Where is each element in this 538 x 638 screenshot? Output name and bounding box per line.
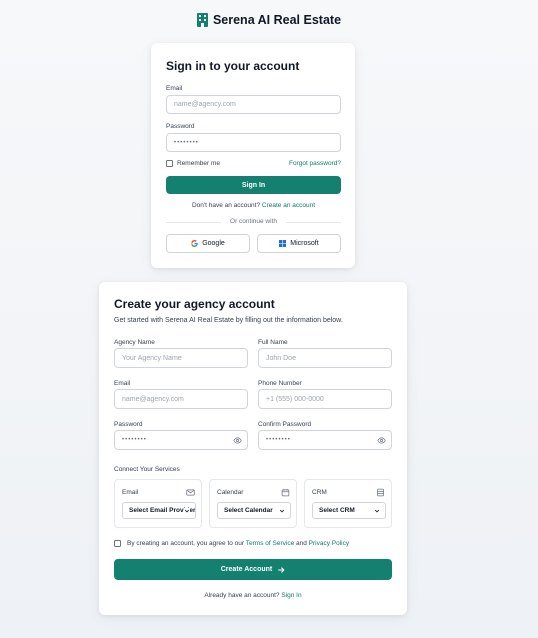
forgot-password-link[interactable]: Forgot password?	[289, 160, 341, 167]
email-provider-select[interactable]: Select Email Provider	[122, 502, 196, 519]
google-icon	[191, 240, 198, 247]
password-label: Password	[166, 123, 195, 130]
services-label: Connect Your Services	[114, 466, 180, 473]
confirm-password-input[interactable]: ••••••••	[258, 430, 392, 450]
create-password-value: ••••••••	[122, 437, 147, 443]
agency-name-label: Agency Name	[114, 339, 155, 346]
brand-title: Serena AI Real Estate	[212, 13, 342, 27]
service-card-crm: CRM Select CRM	[304, 479, 392, 528]
signin-email-input[interactable]: name@agency.com	[166, 95, 341, 114]
remember-label: Remember me	[177, 160, 220, 167]
signin-card: Sign in to your account Email name@agenc…	[151, 43, 355, 268]
phone-label: Phone Number	[258, 380, 302, 387]
service-card-email: Email Select Email Provider	[114, 479, 202, 528]
terms-and: and	[296, 540, 307, 547]
building-icon	[196, 13, 208, 27]
service-name-calendar: Calendar	[217, 489, 244, 496]
terms-prefix: By creating an account, you agree to our	[127, 540, 245, 547]
remember-checkbox[interactable]	[166, 160, 173, 167]
email-placeholder: name@agency.com	[174, 101, 236, 108]
service-name-crm: CRM	[312, 489, 327, 496]
calendar-icon	[281, 489, 290, 497]
agency-name-input[interactable]: Your Agency Name	[114, 348, 248, 368]
signin-button-label: Sign In	[241, 181, 266, 189]
signin-title: Sign in to your account	[166, 59, 300, 73]
no-account-text: Don't have an account?	[191, 202, 261, 209]
terms-text: By creating an account, you agree to our…	[127, 540, 349, 547]
signin-link[interactable]: Sign In	[281, 592, 301, 599]
envelope-icon	[186, 489, 195, 496]
terms-of-service-link[interactable]: Terms of Service	[246, 540, 294, 547]
arrow-right-icon	[278, 566, 285, 573]
microsoft-button[interactable]: Microsoft	[257, 234, 341, 253]
privacy-policy-link[interactable]: Privacy Policy	[309, 540, 349, 547]
service-card-calendar: Calendar Select Calendar	[209, 479, 297, 528]
microsoft-label: Microsoft	[290, 240, 319, 247]
microsoft-icon	[279, 240, 287, 247]
chevron-down-icon	[184, 508, 190, 514]
phone-input[interactable]: +1 (555) 000-0000	[258, 389, 392, 409]
create-password-input[interactable]: ••••••••	[114, 430, 248, 450]
signin-row: Already have an account? Sign In	[99, 592, 407, 599]
show-confirm-password-eye-icon[interactable]	[377, 436, 386, 445]
create-account-button-label: Create Account	[220, 566, 273, 573]
full-name-placeholder: John Doe	[266, 354, 296, 362]
chevron-down-icon	[279, 508, 285, 514]
crm-select[interactable]: Select CRM	[312, 502, 386, 519]
confirm-password-value: ••••••••	[266, 437, 291, 443]
create-email-label: Email	[114, 380, 131, 387]
terms-checkbox[interactable]	[114, 540, 121, 547]
service-name-email: Email	[122, 489, 139, 496]
database-icon	[377, 488, 384, 497]
create-email-placeholder: name@agency.com	[122, 395, 184, 403]
create-account-link[interactable]: Create an account	[262, 202, 315, 209]
create-title: Create your agency account	[114, 297, 275, 311]
create-subtitle: Get started with Serena AI Real Estate b…	[114, 317, 343, 324]
signin-password-input[interactable]: ••••••••	[166, 133, 341, 152]
create-account-card: Create your agency account Get started w…	[99, 282, 407, 615]
have-account-text: Already have an account?	[204, 592, 280, 599]
confirm-password-label: Confirm Password	[258, 421, 312, 428]
chevron-down-icon	[374, 508, 380, 514]
create-password-label: Password	[114, 421, 143, 428]
brand-header: Serena AI Real Estate	[0, 13, 538, 27]
google-button[interactable]: Google	[166, 234, 250, 253]
calendar-select[interactable]: Select Calendar	[217, 502, 291, 519]
create-email-input[interactable]: name@agency.com	[114, 389, 248, 409]
calendar-value: Select Calendar	[224, 507, 273, 514]
full-name-label: Full Name	[258, 339, 288, 346]
show-password-eye-icon[interactable]	[233, 436, 242, 445]
email-label: Email	[166, 85, 183, 92]
create-account-row: Don't have an account? Create an account	[166, 202, 341, 209]
phone-placeholder: +1 (555) 000-0000	[266, 395, 324, 403]
create-account-button[interactable]: Create Account	[114, 559, 392, 580]
agency-name-placeholder: Your Agency Name	[122, 354, 182, 362]
divider-right	[286, 222, 341, 223]
signin-button[interactable]: Sign In	[166, 176, 341, 194]
password-value: ••••••••	[174, 139, 199, 146]
crm-value: Select CRM	[319, 507, 355, 514]
google-label: Google	[202, 240, 225, 247]
full-name-input[interactable]: John Doe	[258, 348, 392, 368]
